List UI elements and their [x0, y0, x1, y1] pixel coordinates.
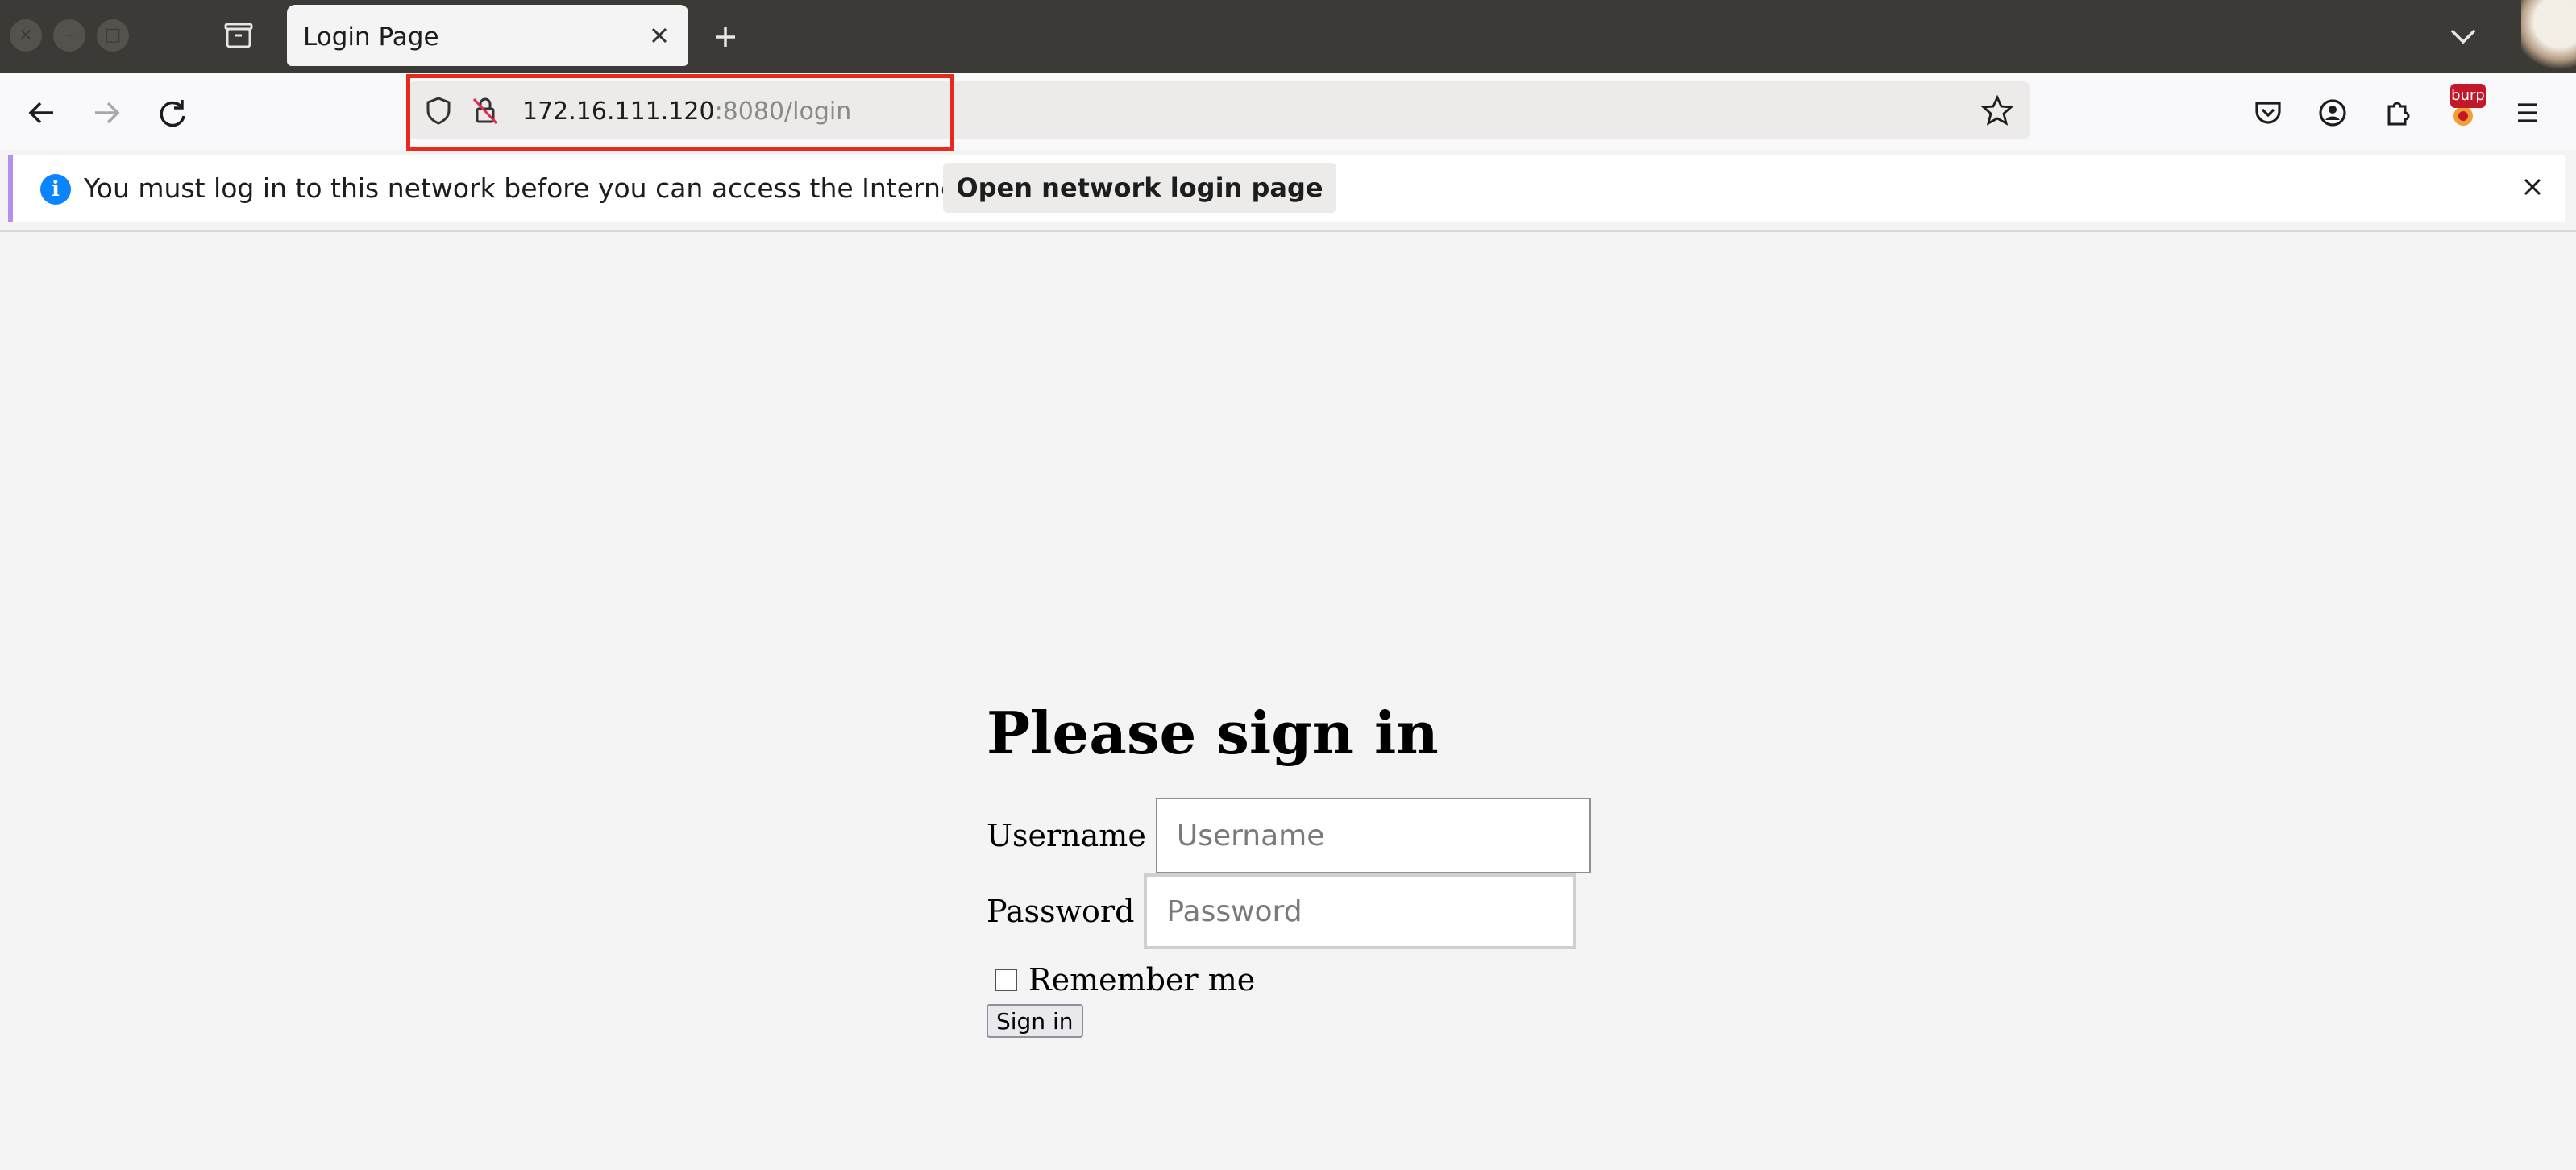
url-path: :8080/login — [714, 98, 852, 126]
info-icon: i — [40, 174, 71, 205]
url-host: 172.16.111.120 — [522, 98, 715, 126]
signin-form: Please sign in Username Password Remembe… — [987, 704, 1591, 1038]
reload-icon[interactable] — [152, 92, 193, 134]
forward-arrow-icon[interactable] — [85, 92, 127, 134]
account-icon[interactable] — [2312, 92, 2354, 134]
page-content: Please sign in Username Password Remembe… — [0, 232, 2576, 1170]
remember-me-label: Remember me — [1028, 962, 1256, 998]
url-bar[interactable]: 172.16.111.120:8080/login — [408, 81, 2030, 139]
notification-message: You must log in to this network before y… — [84, 172, 976, 204]
remember-me-checkbox[interactable] — [995, 969, 1017, 991]
password-label: Password — [987, 894, 1135, 929]
captive-portal-notification: i You must log in to this network before… — [8, 155, 2565, 222]
tab-strip: × – □ Login Page — [0, 0, 2576, 73]
close-icon[interactable] — [2516, 171, 2549, 203]
sign-in-button[interactable]: Sign in — [987, 1004, 1083, 1038]
tab-title: Login Page — [303, 23, 439, 52]
username-row: Username — [987, 798, 1591, 873]
profile-avatar — [2521, 0, 2576, 73]
url-text[interactable]: 172.16.111.120:8080/login — [522, 98, 851, 126]
shield-icon[interactable] — [422, 94, 455, 127]
burp-extension-badge: burp — [2450, 84, 2486, 108]
window-close-icon[interactable]: × — [10, 19, 42, 52]
window-minimize-icon[interactable]: – — [53, 19, 85, 52]
username-label: Username — [987, 818, 1146, 853]
password-input[interactable] — [1144, 873, 1577, 949]
page-title: Please sign in — [987, 699, 1439, 767]
username-input[interactable] — [1155, 798, 1591, 873]
insecure-lock-icon[interactable] — [469, 94, 501, 127]
back-arrow-icon[interactable] — [21, 92, 63, 134]
extensions-puzzle-icon[interactable] — [2376, 92, 2418, 134]
tab-login-page[interactable]: Login Page — [287, 5, 688, 66]
tab-close-icon[interactable] — [645, 21, 674, 50]
pocket-icon[interactable] — [2247, 92, 2289, 134]
chevron-down-icon[interactable] — [2442, 16, 2484, 56]
window-maximize-icon[interactable]: □ — [97, 19, 129, 52]
remember-me-row: Remember me — [987, 962, 1591, 998]
bookmark-star-icon[interactable] — [1980, 93, 2015, 128]
navigation-bar: 172.16.111.120:8080/login — [0, 73, 2576, 150]
open-network-login-button[interactable]: Open network login page — [943, 163, 1336, 213]
new-tab-plus-icon[interactable] — [706, 18, 745, 56]
tab-list-icon[interactable] — [216, 16, 261, 56]
password-row: Password — [987, 873, 1591, 949]
menu-hamburger-icon[interactable] — [2507, 92, 2549, 134]
